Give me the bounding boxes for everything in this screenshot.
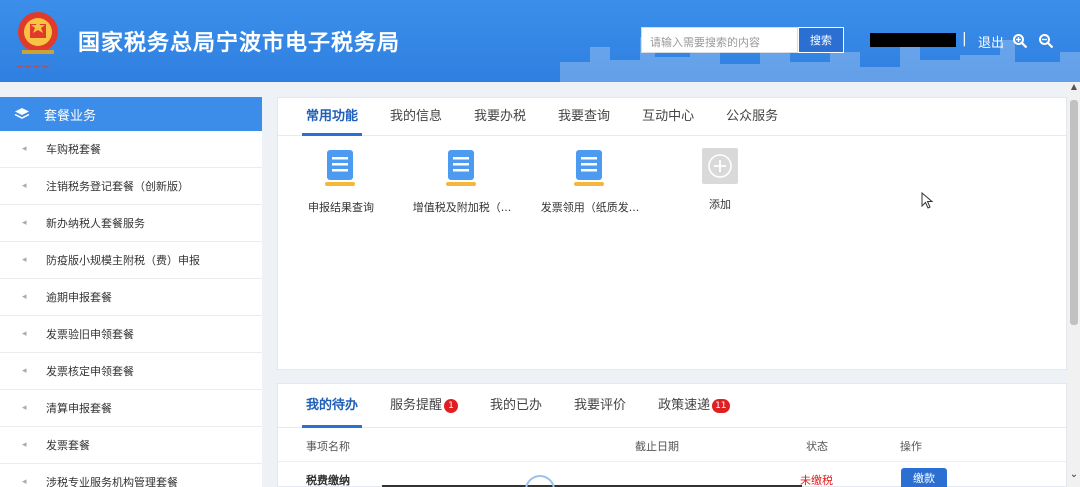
function-declaration-query[interactable]: 申报结果查询 xyxy=(281,148,401,215)
function-add[interactable]: 添加 xyxy=(660,148,780,212)
sidebar-item-label: 逾期申报套餐 xyxy=(46,291,112,304)
bullet-icon: ◂ xyxy=(22,477,27,487)
bullet-icon: ◂ xyxy=(22,329,27,339)
function-label: 发票领用（纸质发... xyxy=(540,201,640,214)
function-label: 增值税及附加税（... xyxy=(412,201,512,214)
search-button[interactable]: 搜索 xyxy=(798,27,844,53)
svg-text:~~~~: ~~~~ xyxy=(16,62,50,73)
sidebar-item[interactable]: ◂ 发票核定申领套餐 xyxy=(0,353,262,390)
pay-button[interactable]: 缴款 xyxy=(901,468,947,487)
sidebar-item-label: 发票套餐 xyxy=(46,439,90,452)
table-row: 税费缴纳 未缴税 缴款 xyxy=(278,462,1066,487)
search-input[interactable]: 请输入需要搜索的内容 xyxy=(641,27,798,53)
sidebar-item[interactable]: ◂ 新办纳税人套餐服务 xyxy=(0,205,262,242)
tab-label: 我要评价 xyxy=(574,398,627,413)
bullet-icon: ◂ xyxy=(22,181,27,191)
bullet-icon: ◂ xyxy=(22,292,27,302)
sidebar-item[interactable]: ◂ 车购税套餐 xyxy=(0,131,262,168)
bullet-icon: ◂ xyxy=(22,255,27,265)
sidebar-item[interactable]: ◂ 注销税务登记套餐（创新版） xyxy=(0,168,262,205)
function-label: 申报结果查询 xyxy=(308,201,374,214)
main-tabs: 常用功能 我的信息 我要办税 我要查询 互动中心 公众服务 xyxy=(278,98,1066,136)
sidebar-item-label: 车购税套餐 xyxy=(46,143,101,156)
sidebar-item[interactable]: ◂ 发票套餐 xyxy=(0,427,262,464)
header-separator: | xyxy=(962,31,967,47)
tab-label: 政策速递 xyxy=(658,398,711,413)
document-icon xyxy=(446,150,476,186)
function-vat-declaration[interactable]: 增值税及附加税（... xyxy=(402,148,522,215)
function-grid: 申报结果查询 增值税及附加税（... 发票领用（纸质发... 添加 xyxy=(278,136,1066,370)
tab-label: 服务提醒 xyxy=(390,398,443,413)
sidebar-item-label: 发票验旧申领套餐 xyxy=(46,328,134,341)
tab-query[interactable]: 我要查询 xyxy=(542,98,626,135)
sidebar-item[interactable]: ◂ 清算申报套餐 xyxy=(0,390,262,427)
scroll-thumb[interactable] xyxy=(1070,100,1078,325)
sidebar-item[interactable]: ◂ 防疫版小规模主附税（费）申报 xyxy=(0,242,262,279)
sidebar: 套餐业务 ◂ 车购税套餐 ◂ 注销税务登记套餐（创新版） ◂ 新办纳税人套餐服务 ◂ 防… xyxy=(0,97,262,487)
zoom-out-icon[interactable] xyxy=(1038,33,1054,49)
tab-public-service[interactable]: 公众服务 xyxy=(710,98,794,135)
column-header-deadline: 截止日期 xyxy=(635,440,679,453)
bullet-icon: ◂ xyxy=(22,218,27,228)
plus-icon xyxy=(708,154,732,178)
sidebar-item-label: 涉税专业服务机构管理套餐 xyxy=(46,476,178,487)
layers-icon xyxy=(14,108,30,119)
count-badge: 11 xyxy=(712,399,730,413)
sidebar-item-label: 新办纳税人套餐服务 xyxy=(46,217,145,230)
tab-do-tax[interactable]: 我要办税 xyxy=(458,98,542,135)
tab-service-reminder[interactable]: 服务提醒 1 xyxy=(374,384,474,427)
row-name: 税费缴纳 xyxy=(306,474,350,487)
tab-common-functions[interactable]: 常用功能 xyxy=(290,98,374,136)
tab-evaluation[interactable]: 我要评价 xyxy=(558,384,642,427)
sidebar-item-label: 发票核定申领套餐 xyxy=(46,365,134,378)
sidebar-title: 套餐业务 xyxy=(44,108,97,124)
function-label: 添加 xyxy=(709,198,731,211)
sidebar-header[interactable]: 套餐业务 xyxy=(0,97,262,131)
column-header-status: 状态 xyxy=(806,440,828,453)
user-name-redacted xyxy=(870,33,956,47)
column-header-action: 操作 xyxy=(900,440,922,453)
todo-tabs: 我的待办 服务提醒 1 我的已办 我要评价 政策速递 11 xyxy=(278,384,1066,428)
sidebar-item[interactable]: ◂ 逾期申报套餐 xyxy=(0,279,262,316)
add-box xyxy=(702,148,738,184)
tab-label: 我的已办 xyxy=(490,398,543,413)
mouse-cursor-icon xyxy=(921,192,934,209)
function-invoice-collection[interactable]: 发票领用（纸质发... xyxy=(530,148,650,215)
todo-panel: 我的待办 服务提醒 1 我的已办 我要评价 政策速递 11 事项名称 截止日期 状态… xyxy=(277,383,1067,487)
sidebar-item[interactable]: ◂ 发票验旧申领套餐 xyxy=(0,316,262,353)
bullet-icon: ◂ xyxy=(22,440,27,450)
bullet-icon: ◂ xyxy=(22,366,27,376)
zoom-in-icon[interactable] xyxy=(1012,33,1028,49)
document-icon xyxy=(574,150,604,186)
sidebar-item-label: 注销税务登记套餐（创新版） xyxy=(46,180,189,193)
bullet-icon: ◂ xyxy=(22,144,27,154)
row-status: 未缴税 xyxy=(800,474,833,487)
scroll-up-arrow-icon[interactable]: ▲ xyxy=(1068,82,1080,96)
tab-policy-news[interactable]: 政策速递 11 xyxy=(642,384,745,427)
table-header: 事项名称 截止日期 状态 操作 xyxy=(278,428,1066,462)
count-badge: 1 xyxy=(444,399,459,413)
tab-my-done[interactable]: 我的已办 xyxy=(474,384,558,427)
scroll-down-chevron-icon[interactable]: ⌄ xyxy=(1068,469,1080,483)
sidebar-menu: ◂ 车购税套餐 ◂ 注销税务登记套餐（创新版） ◂ 新办纳税人套餐服务 ◂ 防疫版小规模… xyxy=(0,131,262,487)
common-functions-panel: 常用功能 我的信息 我要办税 我要查询 互动中心 公众服务 申报结果查询 增值税… xyxy=(277,97,1067,370)
vertical-scrollbar[interactable]: ▲ ⌄ xyxy=(1068,82,1080,487)
tab-my-info[interactable]: 我的信息 xyxy=(374,98,458,135)
sidebar-item-label: 清算申报套餐 xyxy=(46,402,112,415)
document-icon xyxy=(325,150,355,186)
national-emblem-logo: ~~~~ xyxy=(16,12,58,73)
site-title: 国家税务总局宁波市电子税务局 xyxy=(78,31,401,56)
sidebar-item[interactable]: ◂ 涉税专业服务机构管理套餐 xyxy=(0,464,262,487)
tab-interaction[interactable]: 互动中心 xyxy=(626,98,710,135)
sidebar-item-label: 防疫版小规模主附税（费）申报 xyxy=(46,254,200,267)
column-header-name: 事项名称 xyxy=(306,440,350,453)
tab-label: 我的待办 xyxy=(306,398,359,413)
bullet-icon: ◂ xyxy=(22,403,27,413)
logout-link[interactable]: 退出 xyxy=(978,32,1004,51)
tab-my-todo[interactable]: 我的待办 xyxy=(290,384,374,428)
top-header: ~~~~ 国家税务总局宁波市电子税务局 请输入需要搜索的内容 搜索 | 退出 xyxy=(0,0,1080,82)
